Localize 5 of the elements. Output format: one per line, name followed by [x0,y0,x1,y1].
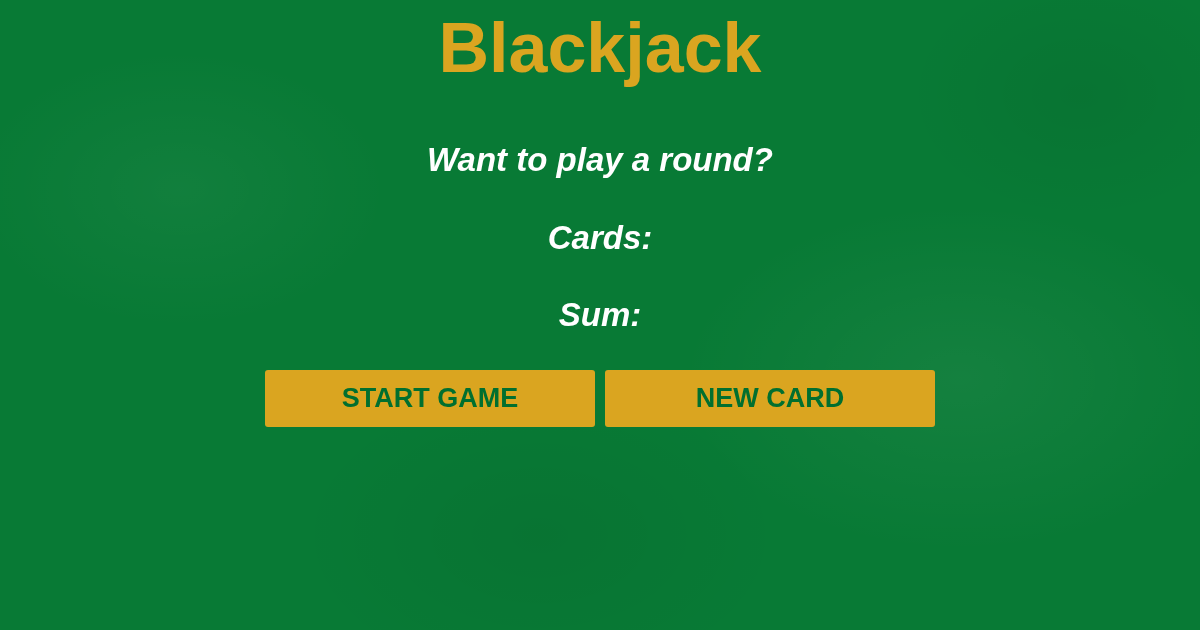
game-button[interactable]: START GAME [265,370,595,427]
game-button[interactable]: NEW CARD [605,370,935,427]
sum-label: Sum: [558,296,642,334]
cards-label: Cards: [547,219,653,257]
message-text: Want to play a round? [427,141,773,179]
